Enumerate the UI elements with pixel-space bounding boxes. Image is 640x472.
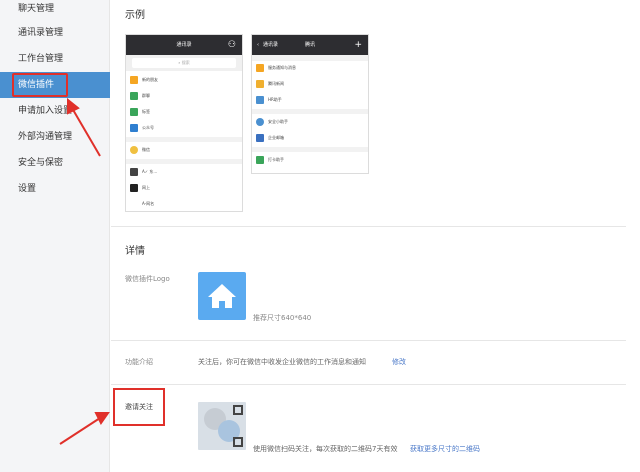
- arrow-head: [94, 412, 110, 425]
- arrow-head: [67, 97, 80, 115]
- arrow-to-plugin: [71, 107, 101, 157]
- annotation-arrows: [59, 97, 110, 445]
- arrow-to-invite: [59, 417, 101, 445]
